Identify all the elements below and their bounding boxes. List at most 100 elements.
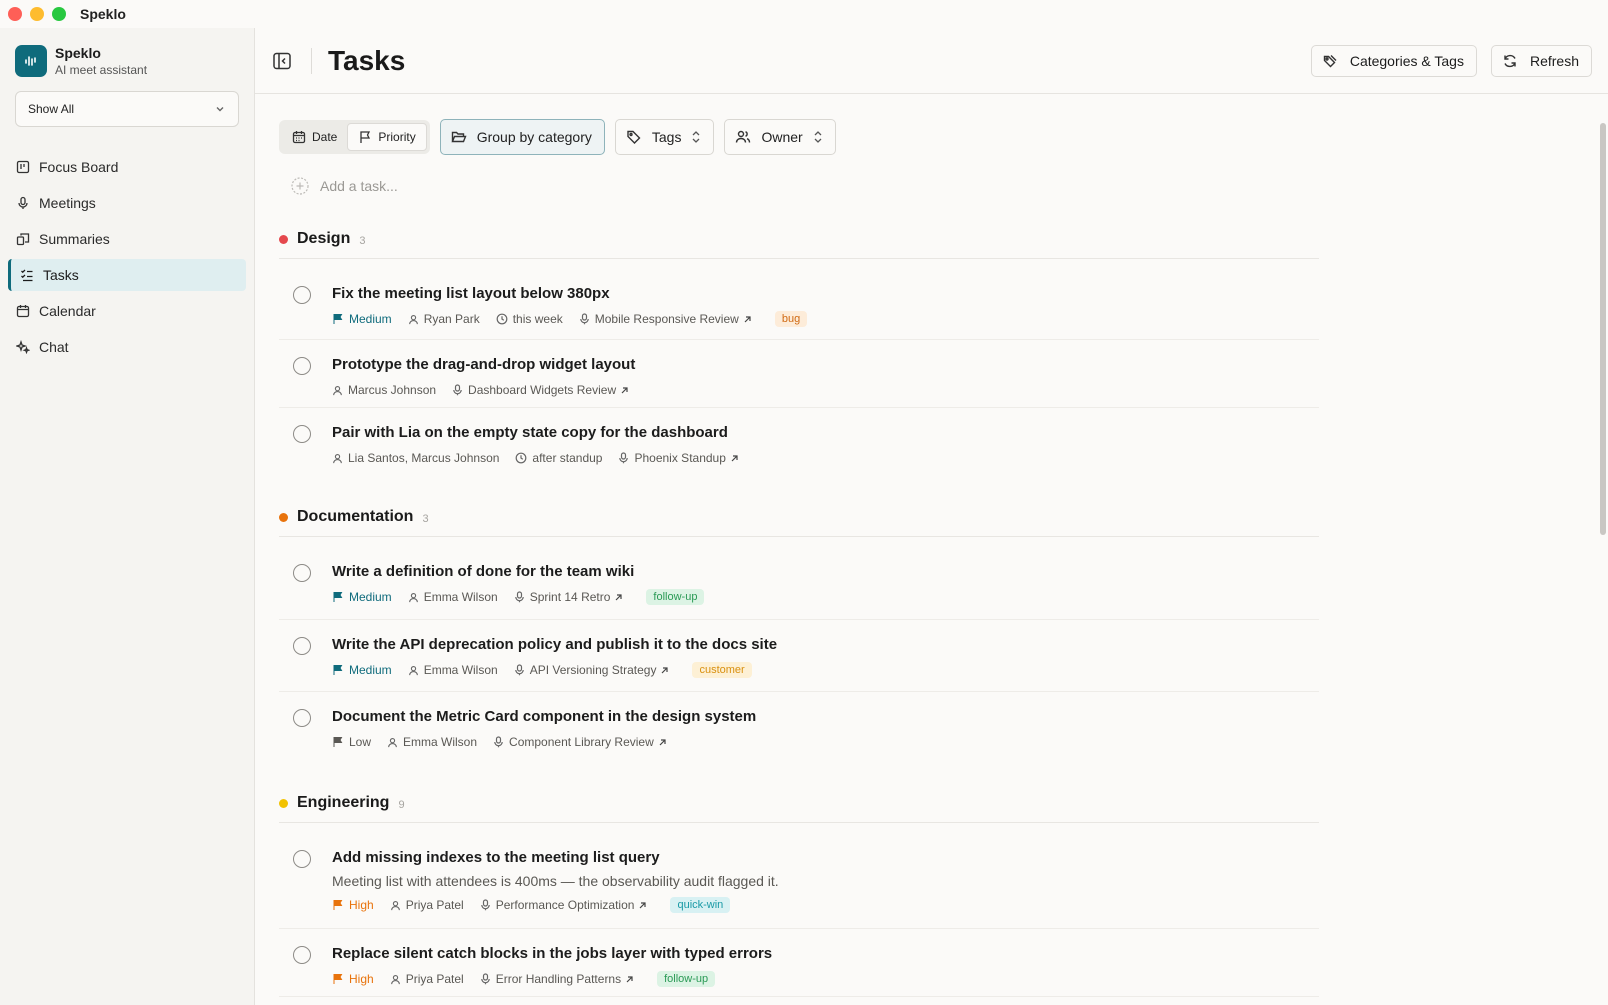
task-meeting-link[interactable]: Error Handling Patterns (480, 972, 639, 986)
task-row[interactable]: Document the Metric Card component in th… (279, 692, 1319, 762)
task-row[interactable]: Write a definition of done for the team … (279, 537, 1319, 620)
group-header-design[interactable]: Design 3 (279, 230, 1319, 259)
task-row[interactable]: Pair with Lia on the empty state copy fo… (279, 408, 1319, 478)
group-count: 3 (422, 512, 429, 525)
clock-icon (516, 452, 527, 464)
sidebar-item-summaries[interactable]: Summaries (8, 223, 246, 255)
task-meeting-link[interactable]: Dashboard Widgets Review (452, 383, 634, 397)
tags-icon (1323, 55, 1337, 68)
task-title[interactable]: Prototype the drag-and-drop widget layou… (332, 354, 650, 376)
user-icon (408, 314, 418, 324)
meeting-filter-select[interactable]: Show All (15, 91, 239, 127)
flag-filled-icon (333, 900, 343, 910)
sidebar-item-focus-board[interactable]: Focus Board (8, 151, 246, 183)
owner-filter-button[interactable]: Owner (724, 119, 836, 155)
group-by-category-button[interactable]: Group by category (439, 119, 605, 155)
task-tag[interactable]: follow-up (657, 971, 716, 987)
meeting-label: Component Library Review (509, 735, 654, 749)
sort-by-priority-button[interactable]: Priority (347, 123, 427, 151)
priority-badge: High (332, 972, 374, 986)
mic-icon (579, 313, 589, 325)
group-color-dot (279, 234, 288, 244)
scrollbar[interactable] (1600, 123, 1606, 535)
task-title[interactable]: Pair with Lia on the empty state copy fo… (332, 422, 760, 444)
categories-tags-label: Categories & Tags (1349, 53, 1464, 69)
mic-icon (480, 899, 490, 911)
filter-value: Show All (28, 102, 75, 116)
external-link-icon (744, 315, 751, 322)
folder-open-icon (451, 131, 467, 143)
refresh-button[interactable]: Refresh (1490, 45, 1592, 77)
task-tag[interactable]: bug (774, 311, 808, 327)
task-title[interactable]: Fix the meeting list layout below 380px (332, 283, 807, 305)
task-row[interactable]: Add missing indexes to the meeting list … (279, 823, 1319, 929)
task-tag[interactable]: customer (692, 662, 752, 678)
sidebar-item-calendar[interactable]: Calendar (8, 295, 246, 327)
task-meeting-link[interactable]: Mobile Responsive Review (579, 312, 757, 326)
task-checkbox[interactable] (293, 709, 311, 727)
task-title[interactable]: Document the Metric Card component in th… (332, 706, 756, 728)
task-checkbox[interactable] (293, 357, 311, 375)
owner-label: Priya Patel (405, 972, 464, 986)
sort-by-date-button[interactable]: Date (282, 123, 347, 151)
task-row[interactable]: Replace silent catch blocks in the jobs … (279, 929, 1319, 997)
task-meta: Medium Ryan Park this week Mobile Respon… (332, 309, 808, 329)
add-task-placeholder: Add a task... (320, 178, 398, 194)
task-meeting-link[interactable]: Sprint 14 Retro (514, 590, 629, 604)
minimize-window-button[interactable] (30, 7, 44, 21)
window-title: Speklo (80, 6, 126, 22)
categories-tags-button[interactable]: Categories & Tags (1310, 45, 1477, 77)
task-meeting-link[interactable]: Phoenix Standup (618, 451, 743, 465)
priority-badge: Low (332, 735, 371, 749)
meeting-label: Performance Optimization (495, 898, 635, 912)
window-controls (8, 7, 66, 21)
due-label: after standup (532, 451, 603, 465)
external-link-icon (659, 738, 666, 745)
task-due: this week (496, 312, 563, 326)
task-checkbox[interactable] (293, 425, 311, 443)
group-name: Documentation (297, 508, 414, 525)
group-header-documentation[interactable]: Documentation 3 (279, 508, 1319, 537)
add-task-input[interactable]: Add a task... (291, 176, 1319, 196)
task-title[interactable]: Write a definition of done for the team … (332, 561, 704, 583)
summaries-icon (16, 233, 30, 246)
task-checkbox[interactable] (293, 637, 311, 655)
meeting-label: Phoenix Standup (634, 451, 726, 465)
priority-badge: Medium (332, 663, 392, 677)
tags-filter-label: Tags (651, 129, 682, 145)
group-name: Design (297, 230, 351, 247)
task-checkbox[interactable] (293, 850, 311, 868)
meeting-label: Dashboard Widgets Review (468, 383, 617, 397)
task-meeting-link[interactable]: Component Library Review (493, 735, 672, 749)
task-tag[interactable]: quick-win (670, 897, 731, 913)
task-meeting-link[interactable]: Performance Optimization (480, 898, 653, 912)
task-title[interactable]: Write the API deprecation policy and pub… (332, 634, 777, 656)
task-title[interactable]: Add missing indexes to the meeting list … (332, 847, 779, 869)
sidebar-item-tasks[interactable]: Tasks (8, 259, 246, 291)
maximize-window-button[interactable] (52, 7, 66, 21)
group-header-engineering[interactable]: Engineering 9 (279, 794, 1319, 823)
task-row[interactable]: Prototype the drag-and-drop widget layou… (279, 340, 1319, 408)
sidebar-item-meetings[interactable]: Meetings (8, 187, 246, 219)
task-title[interactable]: Replace silent catch blocks in the jobs … (332, 943, 772, 965)
task-meeting-link[interactable]: API Versioning Strategy (514, 663, 675, 677)
task-row[interactable]: Fix the meeting list layout below 380px … (279, 259, 1319, 340)
priority-label: Medium (349, 312, 392, 326)
user-icon (333, 453, 342, 463)
external-link-icon (615, 593, 623, 600)
task-row[interactable]: Write the API deprecation policy and pub… (279, 620, 1319, 692)
app-logo-icon (15, 45, 47, 77)
task-owner: Emma Wilson (408, 663, 498, 677)
owner-label: Priya Patel (405, 898, 464, 912)
task-owner: Emma Wilson (387, 735, 477, 749)
close-window-button[interactable] (8, 7, 22, 21)
task-checkbox[interactable] (293, 286, 311, 304)
task-tag[interactable]: follow-up (646, 589, 705, 605)
owner-label: Lia Santos, Marcus Johnson (348, 451, 500, 465)
mic-icon (494, 736, 503, 748)
collapse-sidebar-button[interactable] (270, 49, 294, 73)
task-checkbox[interactable] (293, 946, 311, 964)
tags-filter-button[interactable]: Tags (614, 119, 715, 155)
task-checkbox[interactable] (293, 564, 311, 582)
sidebar-item-chat[interactable]: Chat (8, 331, 246, 363)
